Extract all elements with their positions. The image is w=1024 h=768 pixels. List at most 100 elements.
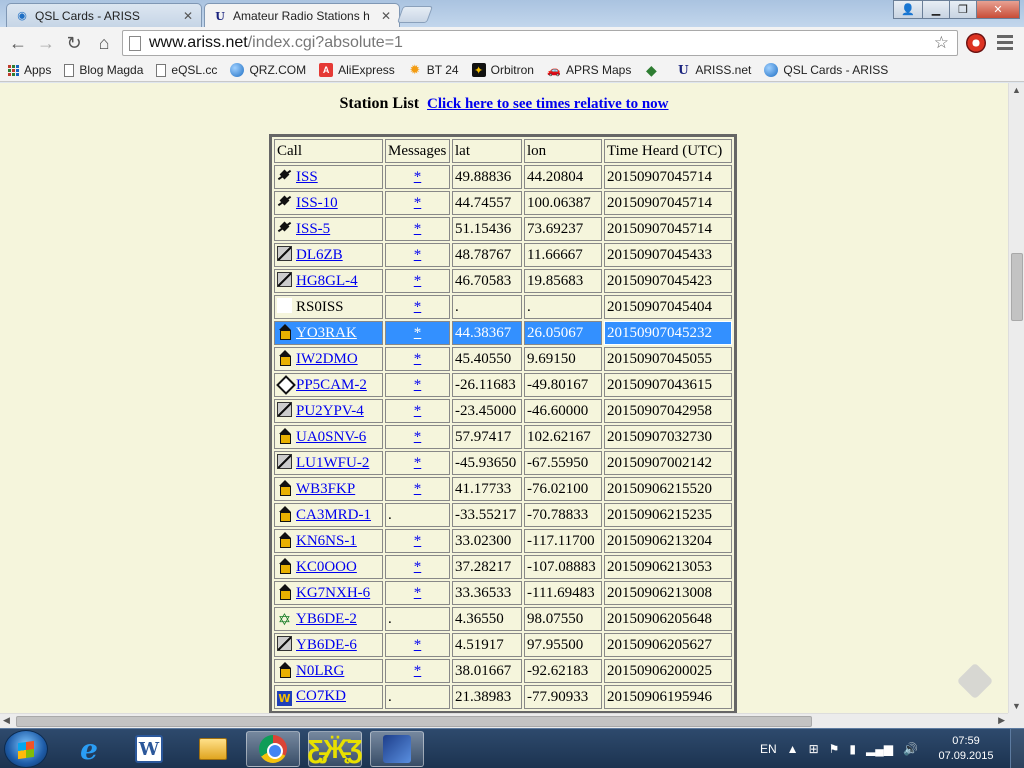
volume-icon[interactable]: 🔊: [903, 742, 918, 756]
bookmark-aprs-maps[interactable]: 🚗 APRS Maps: [547, 63, 631, 77]
lat-cell: 48.78767: [452, 243, 522, 267]
station-call-link[interactable]: PU2YPV-4: [296, 403, 364, 419]
tray-expand-icon[interactable]: ▲: [787, 742, 799, 756]
station-call-link[interactable]: ISS-5: [296, 221, 330, 237]
bookmark-star-icon[interactable]: ☆: [934, 33, 949, 53]
bookmark-diamond[interactable]: ◆: [644, 61, 663, 78]
vertical-scroll-thumb[interactable]: [1011, 253, 1023, 321]
taskbar-chrome[interactable]: [246, 731, 300, 767]
show-desktop-button[interactable]: [1010, 729, 1024, 768]
close-tab-icon[interactable]: ✕: [381, 9, 391, 23]
folder-icon: [199, 738, 227, 760]
bookmark-bt24[interactable]: ✹ BT 24: [408, 62, 458, 77]
battery-icon[interactable]: ▮: [849, 742, 856, 756]
taskbar-internet-explorer[interactable]: e: [62, 731, 116, 767]
network-signal-icon[interactable]: ▂▄▆: [866, 742, 893, 756]
tab-amateur-radio-stations[interactable]: U Amateur Radio Stations h ✕: [204, 3, 400, 28]
close-tab-icon[interactable]: ✕: [183, 9, 193, 23]
bookmark-qrz[interactable]: QRZ.COM: [230, 63, 306, 77]
bookmark-eqsl[interactable]: eQSL.cc: [156, 63, 217, 77]
call-cell: KG7NXH-6: [274, 581, 383, 605]
diamond-icon: ◆: [645, 61, 657, 78]
messages-link[interactable]: *: [414, 429, 422, 445]
messages-link[interactable]: *: [414, 299, 422, 315]
maximize-button[interactable]: ❐: [949, 0, 977, 19]
start-button[interactable]: [4, 730, 48, 768]
messages-link[interactable]: *: [414, 455, 422, 471]
messages-link[interactable]: *: [414, 585, 422, 601]
back-arrow-icon[interactable]: ←: [6, 31, 30, 55]
lat-cell: 4.51917: [452, 633, 522, 657]
forward-arrow-icon[interactable]: →: [34, 31, 58, 55]
horizontal-scrollbar[interactable]: ◀ ▶: [0, 713, 1008, 728]
station-call-link[interactable]: YB6DE-6: [296, 637, 357, 653]
station-call-link[interactable]: YO3RAK: [296, 325, 357, 341]
taskbar-word[interactable]: W: [122, 731, 176, 767]
tab-qsl-cards[interactable]: ◉ QSL Cards - ARISS ✕: [6, 3, 202, 27]
messages-cell: *: [385, 581, 450, 605]
messages-link[interactable]: *: [414, 325, 422, 341]
station-call-link[interactable]: KC0OOO: [296, 559, 357, 575]
messages-link[interactable]: *: [414, 195, 422, 211]
extension-icon[interactable]: [966, 33, 986, 53]
bookmark-ariss[interactable]: U ARISS.net: [676, 63, 751, 77]
station-call-link[interactable]: WB3FKP: [296, 481, 355, 497]
station-call-link[interactable]: N0LRG: [296, 663, 344, 679]
station-call-link[interactable]: CA3MRD-1: [296, 507, 371, 523]
messages-link[interactable]: *: [414, 403, 422, 419]
station-call-link[interactable]: LU1WFU-2: [296, 455, 369, 471]
vertical-scrollbar[interactable]: ▲ ▼: [1008, 83, 1024, 713]
station-call-link[interactable]: DL6ZB: [296, 247, 343, 263]
messages-link[interactable]: *: [414, 533, 422, 549]
station-call-link[interactable]: KG7NXH-6: [296, 585, 370, 601]
messages-link[interactable]: *: [414, 481, 422, 497]
bookmark-apps[interactable]: Apps: [8, 63, 51, 77]
scroll-up-icon[interactable]: ▲: [1012, 85, 1021, 95]
bookmark-orbitron[interactable]: ✦ Orbitron: [471, 63, 534, 77]
bookmark-label: AliExpress: [338, 63, 395, 77]
station-call-link[interactable]: ISS-10: [296, 195, 338, 211]
messages-link[interactable]: *: [414, 273, 422, 289]
station-call-link[interactable]: IW2DMO: [296, 351, 358, 367]
scroll-left-icon[interactable]: ◀: [3, 715, 10, 726]
bookmark-blog-magda[interactable]: Blog Magda: [64, 63, 143, 77]
close-window-button[interactable]: ✕: [976, 0, 1020, 19]
clock[interactable]: 07:59 07.09.2015: [934, 734, 998, 764]
taskbar-explorer[interactable]: [186, 731, 240, 767]
new-tab-button[interactable]: [396, 6, 434, 23]
action-center-flag-icon[interactable]: ⚑: [829, 742, 840, 756]
messages-link[interactable]: *: [414, 221, 422, 237]
station-call-link[interactable]: UA0SNV-6: [296, 429, 366, 445]
home-icon[interactable]: ⌂: [92, 31, 116, 55]
reload-icon[interactable]: ↻: [62, 31, 86, 55]
station-call-link[interactable]: CO7KD: [296, 688, 346, 704]
messages-cell: *: [385, 217, 450, 241]
bookmark-aliexpress[interactable]: A AliExpress: [319, 63, 395, 77]
messages-link[interactable]: *: [414, 377, 422, 393]
user-icon[interactable]: 👤: [893, 0, 923, 19]
messages-link[interactable]: *: [414, 663, 422, 679]
minimize-button[interactable]: ▁: [922, 0, 950, 19]
floating-action-icon[interactable]: [956, 662, 994, 700]
taskbar-app[interactable]: [370, 731, 424, 767]
messages-link[interactable]: *: [414, 351, 422, 367]
relative-times-link[interactable]: Click here to see times relative to now: [427, 96, 668, 112]
station-call-link[interactable]: PP5CAM-2: [296, 377, 367, 393]
language-indicator[interactable]: EN: [760, 742, 777, 756]
station-call-link[interactable]: YB6DE-2: [296, 611, 357, 627]
bookmark-qsl-cards[interactable]: QSL Cards - ARISS: [764, 63, 888, 77]
station-call-link[interactable]: KN6NS-1: [296, 533, 357, 549]
messages-link[interactable]: *: [414, 637, 422, 653]
messages-link[interactable]: *: [414, 559, 422, 575]
station-call-link[interactable]: HG8GL-4: [296, 273, 358, 289]
messages-link[interactable]: *: [414, 169, 422, 185]
windows-flag-icon[interactable]: ⊞: [809, 742, 819, 756]
scroll-right-icon[interactable]: ▶: [998, 715, 1005, 726]
address-bar[interactable]: www.ariss.net/index.cgi?absolute=1 ☆: [122, 30, 958, 56]
messages-link[interactable]: *: [414, 247, 422, 263]
chrome-menu-icon[interactable]: [997, 35, 1013, 50]
scroll-down-icon[interactable]: ▼: [1012, 701, 1021, 711]
taskbar-butterfly-app[interactable]: Ƹ̵̡Ӝ̵̨̄Ʒ: [307, 731, 363, 767]
horizontal-scroll-thumb[interactable]: [16, 716, 812, 727]
station-call-link[interactable]: ISS: [296, 169, 318, 185]
